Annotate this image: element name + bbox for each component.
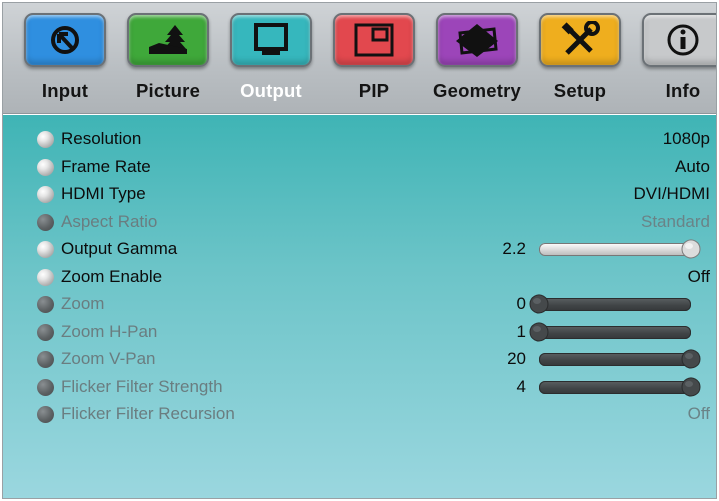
bullet-icon	[37, 406, 54, 423]
output-monitor-icon	[254, 23, 288, 55]
setting-value[interactable]: Auto	[675, 157, 710, 177]
slider-thumb	[528, 321, 550, 343]
bullet-icon	[37, 378, 54, 396]
tile	[333, 13, 415, 67]
setting-slider	[539, 349, 701, 369]
tab-setup[interactable]: Setup	[530, 13, 630, 109]
bullet-icon	[37, 131, 54, 148]
tab-geometry[interactable]: Geometry	[427, 13, 527, 109]
setting-row-frame-rate[interactable]: Frame Rate Auto	[3, 153, 716, 180]
setting-label: Zoom V-Pan	[61, 349, 156, 368]
tile	[24, 13, 106, 67]
slider-track	[539, 298, 691, 311]
tab-label: Info	[665, 80, 701, 101]
pip-window-icon	[354, 23, 394, 57]
bullet-icon	[37, 323, 54, 341]
setting-number: 1	[516, 321, 526, 341]
setting-row-zoom-enable[interactable]: Zoom Enable Off	[3, 263, 716, 290]
setting-label: Zoom	[61, 294, 105, 313]
tab-label: PIP	[358, 80, 390, 101]
slider-thumb	[528, 293, 550, 315]
setting-label: Frame Rate	[61, 156, 151, 176]
setting-row-flicker-filter-strength: Flicker Filter Strength 4	[3, 373, 716, 400]
info-icon	[667, 24, 699, 56]
setup-tools-icon	[561, 21, 600, 55]
slider-thumb	[680, 376, 702, 398]
setting-row-resolution[interactable]: Resolution 1080p	[3, 125, 716, 152]
tab-label: Geometry	[433, 80, 521, 101]
tile	[127, 13, 209, 67]
slider-track	[539, 243, 691, 256]
setting-label: Output Gamma	[61, 239, 178, 258]
tile	[642, 13, 716, 67]
bullet-icon	[37, 296, 54, 313]
output-settings-panel: Resolution 1080p Frame Rate Auto HDMI Type DV…	[3, 115, 716, 498]
slider-thumb	[680, 348, 702, 370]
setting-row-zoom-v-pan: Zoom V-Pan 20	[3, 345, 716, 372]
bullet-icon	[37, 241, 54, 258]
tab-label: Picture	[135, 80, 201, 101]
setting-number: 0	[516, 294, 526, 313]
setting-number: 2.2	[502, 239, 526, 258]
setting-label: HDMI Type	[61, 184, 146, 203]
tile	[436, 13, 518, 67]
slider-thumb[interactable]	[680, 238, 702, 260]
setting-row-zoom-h-pan: Zoom H-Pan 1	[3, 318, 716, 345]
setting-slider	[539, 376, 701, 396]
picture-tree-icon	[149, 25, 187, 54]
geometry-shape-icon	[456, 24, 498, 57]
setting-number: 4	[516, 376, 526, 396]
tile	[539, 13, 621, 67]
bullet-icon	[37, 351, 54, 368]
setting-number: 20	[507, 349, 526, 368]
setting-value[interactable]: 1080p	[663, 129, 710, 149]
tab-input[interactable]: Input	[15, 13, 115, 109]
bullet-icon	[37, 268, 54, 286]
tab-label: Setup	[553, 80, 607, 101]
setting-row-zoom: Zoom 0	[3, 290, 716, 317]
tab-pip[interactable]: PIP	[324, 13, 424, 109]
setting-label: Flicker Filter Strength	[61, 376, 223, 396]
setting-row-hdmi-type[interactable]: HDMI Type DVI/HDMI	[3, 180, 716, 207]
setting-value[interactable]: Off	[688, 267, 710, 287]
tab-label: Input	[41, 80, 89, 101]
setting-value: Off	[687, 404, 710, 423]
menu-tab-bar: Input Picture Output PIP Geometry Setup …	[3, 3, 716, 114]
setting-value[interactable]: DVI/HDMI	[634, 184, 711, 204]
setting-label: Resolution	[61, 129, 142, 148]
setting-row-aspect-ratio: Aspect Ratio Standard	[3, 208, 716, 235]
tab-output[interactable]: Output	[221, 13, 321, 109]
tab-info[interactable]: Info	[633, 13, 716, 109]
setting-slider	[529, 321, 691, 341]
setting-value: Standard	[641, 211, 710, 231]
setting-label: Zoom Enable	[61, 266, 163, 286]
tile	[230, 13, 312, 67]
slider-track	[539, 353, 691, 366]
osd-menu: Input Picture Output PIP Geometry Setup …	[2, 2, 717, 499]
setting-slider[interactable]	[539, 239, 701, 259]
slider-track	[539, 380, 691, 394]
bullet-icon	[37, 213, 54, 231]
setting-label: Zoom H-Pan	[61, 321, 158, 341]
tab-picture[interactable]: Picture	[118, 13, 218, 109]
tab-label: Output	[240, 80, 302, 101]
setting-row-output-gamma[interactable]: Output Gamma 2.2	[3, 235, 716, 262]
bullet-icon	[37, 186, 54, 203]
input-arrow-icon	[51, 26, 79, 54]
setting-label: Aspect Ratio	[61, 211, 158, 231]
setting-slider	[529, 294, 691, 314]
setting-row-flicker-filter-recursion: Flicker Filter Recursion Off	[3, 400, 716, 427]
slider-track	[539, 325, 691, 339]
setting-label: Flicker Filter Recursion	[61, 404, 235, 423]
bullet-icon	[37, 158, 54, 176]
